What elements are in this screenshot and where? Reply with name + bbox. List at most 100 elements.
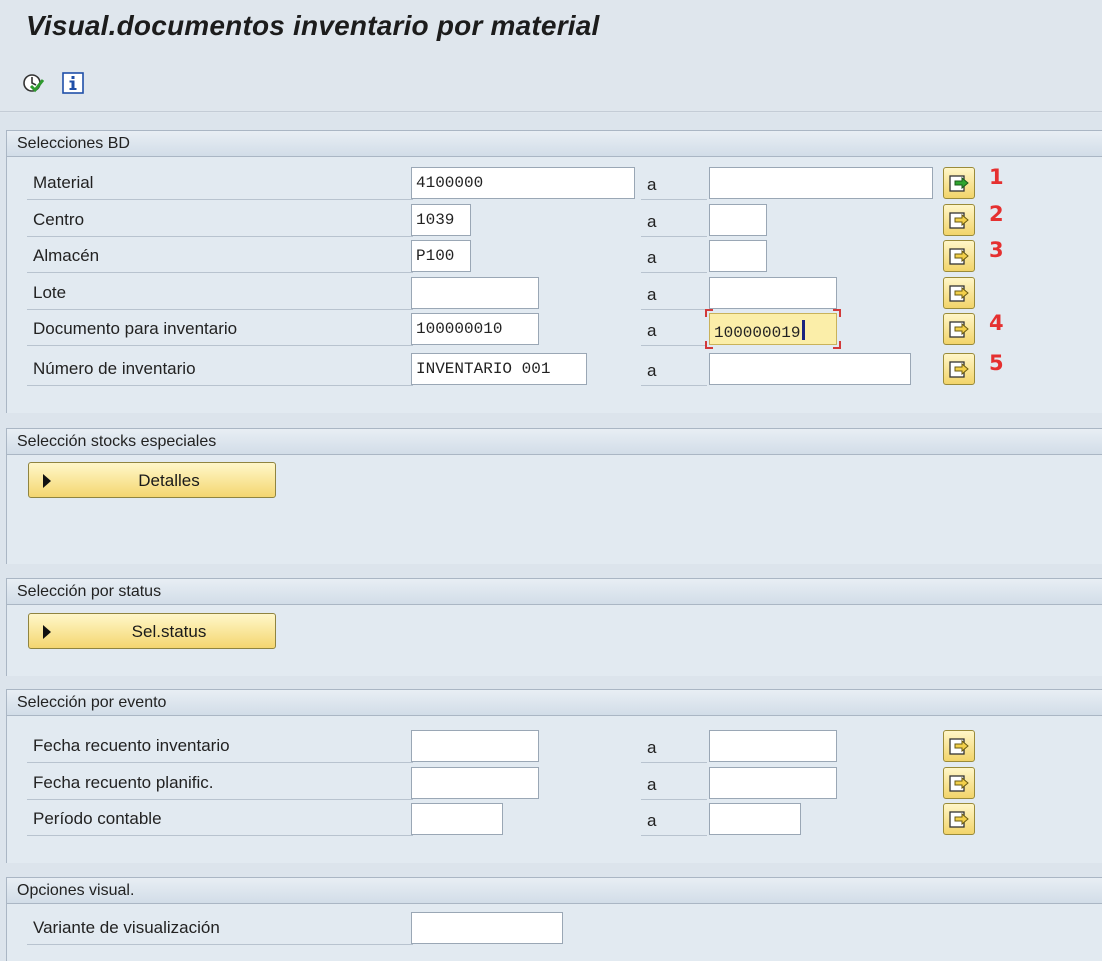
multiple-selection-button[interactable]: [943, 240, 975, 272]
divider: [27, 799, 413, 800]
field-label: Lote: [33, 283, 67, 302]
range-separator: a: [647, 321, 657, 340]
field-label: Material: [33, 173, 94, 192]
almacen-to-input[interactable]: [709, 240, 767, 272]
section-status: Selección por status Sel.status: [6, 578, 1102, 676]
multiple-selection-button[interactable]: [943, 277, 975, 309]
numero-inventario-to-input[interactable]: [709, 353, 911, 385]
divider: [27, 236, 413, 237]
title-bar: Visual.documentos inventario por materia…: [0, 0, 1102, 60]
field-label: Número de inventario: [33, 359, 196, 378]
info-icon[interactable]: [62, 72, 84, 94]
multiple-selection-button[interactable]: [943, 803, 975, 835]
multiple-selection-icon: [949, 212, 969, 229]
documento-to-value: 100000019: [714, 324, 801, 342]
row-documento-inventario: Documento para inventario 100000010 a 10…: [27, 309, 1087, 349]
divider: [641, 835, 707, 836]
divider: [641, 236, 707, 237]
field-label: Fecha recuento inventario: [33, 736, 230, 755]
range-separator: a: [647, 175, 657, 194]
section-header: Selecciones BD: [7, 131, 1102, 157]
field-label: Documento para inventario: [33, 319, 238, 338]
annotation-marker: 4: [989, 311, 1004, 335]
page-title: Visual.documentos inventario por materia…: [26, 10, 600, 41]
range-separator: a: [647, 738, 657, 757]
section-header: Selección stocks especiales: [7, 429, 1102, 455]
multiple-selection-icon: [949, 738, 969, 755]
detalles-button[interactable]: Detalles: [28, 462, 276, 498]
range-separator: a: [647, 212, 657, 231]
row-fecha-recuento-inventario: Fecha recuento inventario a: [27, 728, 1087, 764]
range-separator: a: [647, 248, 657, 267]
divider: [27, 199, 413, 200]
material-to-input[interactable]: [709, 167, 933, 199]
text-cursor: [802, 320, 806, 340]
field-label: Variante de visualización: [33, 918, 220, 937]
divider: [27, 762, 413, 763]
divider: [641, 345, 707, 346]
field-label: Período contable: [33, 809, 162, 828]
multiple-selection-button[interactable]: [943, 204, 975, 236]
lote-from-input[interactable]: [411, 277, 539, 309]
divider: [641, 762, 707, 763]
row-periodo-contable: Período contable a: [27, 801, 1087, 837]
divider: [27, 309, 413, 310]
field-label: Centro: [33, 210, 85, 229]
divider: [27, 835, 413, 836]
field-label: Almacén: [33, 246, 100, 265]
periodo-from-input[interactable]: [411, 803, 503, 835]
multiple-selection-icon: [949, 175, 969, 192]
almacen-from-input[interactable]: P100: [411, 240, 471, 272]
documento-to-input[interactable]: 100000019: [709, 313, 837, 345]
divider: [641, 385, 707, 386]
section-header: Selección por status: [7, 579, 1102, 605]
lote-to-input[interactable]: [709, 277, 837, 309]
multiple-selection-button[interactable]: [943, 767, 975, 799]
section-opciones-visual: Opciones visual. Variante de visualizaci…: [6, 877, 1102, 961]
multiple-selection-button[interactable]: [943, 730, 975, 762]
divider: [641, 799, 707, 800]
field-label: Fecha recuento planific.: [33, 773, 214, 792]
fecha-planific-from-input[interactable]: [411, 767, 539, 799]
row-numero-inventario: Número de inventario INVENTARIO 001 a 5: [27, 351, 1087, 387]
section-header: Selección por evento: [7, 690, 1102, 716]
section-stocks-especiales: Selección stocks especiales Detalles: [6, 428, 1102, 564]
divider: [641, 199, 707, 200]
divider: [27, 385, 413, 386]
multiple-selection-icon: [949, 285, 969, 302]
documento-from-input[interactable]: 100000010: [411, 313, 539, 345]
multiple-selection-icon: [949, 248, 969, 265]
row-fecha-recuento-planific: Fecha recuento planific. a: [27, 765, 1087, 801]
row-lote: Lote a: [27, 275, 1087, 311]
annotation-marker: 2: [989, 202, 1004, 226]
periodo-to-input[interactable]: [709, 803, 801, 835]
section-evento: Selección por evento Fecha recuento inve…: [6, 689, 1102, 863]
numero-inventario-from-input[interactable]: INVENTARIO 001: [411, 353, 587, 385]
multiple-selection-icon: [949, 361, 969, 378]
focus-corner: [705, 309, 713, 317]
application-toolbar: [0, 60, 1102, 112]
fecha-recuento-to-input[interactable]: [709, 730, 837, 762]
annotation-marker: 3: [989, 238, 1004, 262]
multiple-selection-icon: [949, 321, 969, 338]
divider: [27, 944, 413, 945]
fecha-recuento-from-input[interactable]: [411, 730, 539, 762]
execute-icon[interactable]: [22, 72, 45, 94]
sel-status-button[interactable]: Sel.status: [28, 613, 276, 649]
section-selecciones-bd: Selecciones BD Material 4100000 a 1 Cent…: [6, 130, 1102, 413]
centro-from-input[interactable]: 1039: [411, 204, 471, 236]
material-from-input[interactable]: 4100000: [411, 167, 635, 199]
section-header: Opciones visual.: [7, 878, 1102, 904]
focus-corner: [833, 341, 841, 349]
multiple-selection-button[interactable]: [943, 313, 975, 345]
multiple-selection-button[interactable]: [943, 167, 975, 199]
fecha-planific-to-input[interactable]: [709, 767, 837, 799]
selection-screen: Selecciones BD Material 4100000 a 1 Cent…: [0, 113, 1102, 961]
range-separator: a: [647, 811, 657, 830]
multiple-selection-button[interactable]: [943, 353, 975, 385]
row-centro: Centro 1039 a 2: [27, 202, 1087, 238]
divider: [641, 272, 707, 273]
row-variante-visualizacion: Variante de visualización: [27, 910, 1087, 946]
variante-input[interactable]: [411, 912, 563, 944]
centro-to-input[interactable]: [709, 204, 767, 236]
